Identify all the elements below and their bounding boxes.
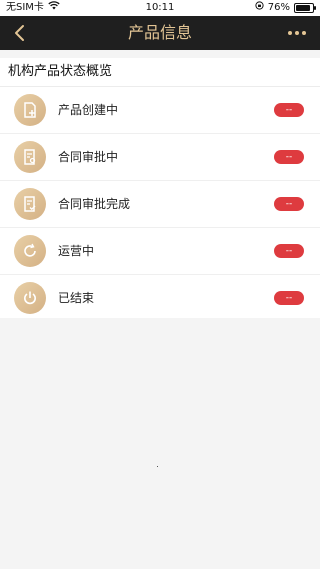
- status-bar: 无SIM卡 10:11 76%: [0, 0, 320, 16]
- more-dot: [302, 31, 306, 35]
- item-label: 运营中: [58, 244, 95, 258]
- more-dot: [288, 31, 292, 35]
- status-badge: --: [274, 244, 304, 258]
- nav-bar: 产品信息: [0, 16, 320, 50]
- list-item-creating[interactable]: 产品创建中 --: [0, 87, 320, 134]
- item-label: 合同审批中: [58, 150, 119, 164]
- item-label: 已结束: [58, 291, 95, 305]
- list-item-operating[interactable]: 运营中 --: [0, 228, 320, 275]
- more-dot: [295, 31, 299, 35]
- list-item-ended[interactable]: 已结束 --: [0, 275, 320, 321]
- document-review-icon: [14, 141, 46, 173]
- power-icon: [14, 282, 46, 314]
- status-overview-card: 机构产品状态概览 产品创建中 -- 合同审批中 -- 合同审批完成 -- 运营中…: [0, 58, 320, 318]
- status-badge: --: [274, 103, 304, 117]
- list-item-contract-approved[interactable]: 合同审批完成 --: [0, 181, 320, 228]
- status-right: 76%: [255, 0, 316, 16]
- status-badge: --: [274, 197, 304, 211]
- item-label: 产品创建中: [58, 103, 119, 117]
- battery-percent: 76%: [267, 2, 290, 13]
- orientation-lock-icon: [255, 0, 264, 16]
- file-add-icon: [14, 94, 46, 126]
- battery-icon: [294, 3, 316, 13]
- list-item-contract-review[interactable]: 合同审批中 --: [0, 134, 320, 181]
- more-button[interactable]: [284, 22, 310, 44]
- document-check-icon: [14, 188, 46, 220]
- section-title: 机构产品状态概览: [0, 58, 320, 87]
- page-title: 产品信息: [127, 23, 192, 42]
- status-badge: --: [274, 150, 304, 164]
- status-badge: --: [274, 291, 304, 305]
- refresh-cycle-icon: [14, 235, 46, 267]
- stray-dot: [157, 466, 158, 467]
- item-label: 合同审批完成: [58, 197, 131, 211]
